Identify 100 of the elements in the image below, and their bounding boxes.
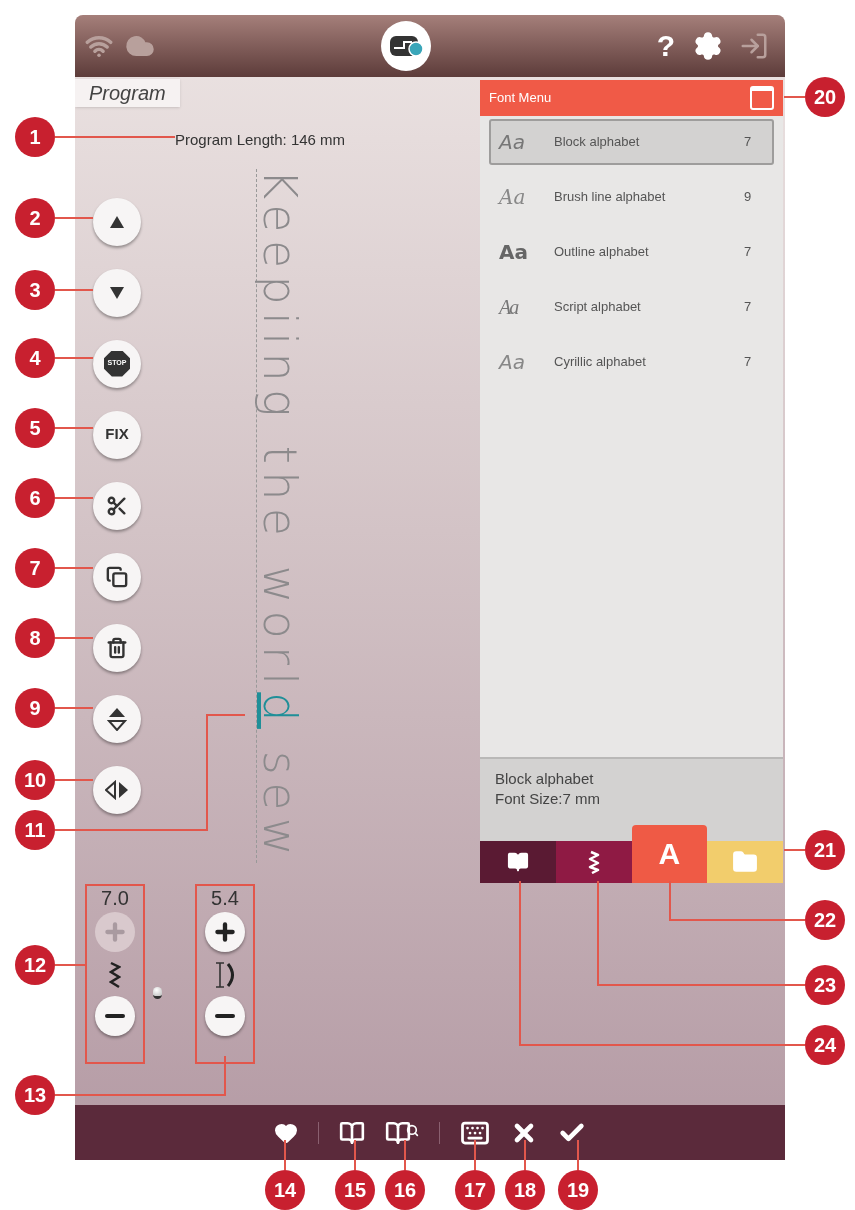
callout-number: 13 bbox=[15, 1075, 55, 1115]
leader-line bbox=[284, 1139, 286, 1171]
font-sample: Aa bbox=[499, 295, 519, 320]
font-name: Cyrillic alphabet bbox=[554, 353, 647, 372]
plus-button[interactable] bbox=[205, 911, 245, 952]
tool-button[interactable] bbox=[93, 197, 141, 246]
category-tab[interactable] bbox=[555, 841, 632, 883]
tool-button[interactable] bbox=[93, 481, 141, 530]
up-triangle-icon bbox=[109, 214, 125, 229]
callout-number: 12 bbox=[15, 945, 55, 985]
vertical-mirror-icon bbox=[107, 706, 127, 731]
callout-number: 6 bbox=[15, 478, 55, 518]
callout-number: 21 bbox=[805, 830, 845, 870]
callout-number: 10 bbox=[15, 760, 55, 800]
stitched-text: Keepiing the world sew bbox=[256, 169, 303, 863]
trash-icon bbox=[106, 636, 128, 659]
copy-icon bbox=[106, 565, 128, 588]
callout-number: 1 bbox=[15, 117, 55, 157]
scissors-icon bbox=[106, 494, 128, 517]
font-list-item[interactable]: Aa Script alphabet 7 bbox=[489, 284, 774, 330]
callout-number: 7 bbox=[15, 548, 55, 588]
callout-number: 8 bbox=[15, 618, 55, 658]
callout-number: 4 bbox=[15, 338, 55, 378]
leader-line bbox=[354, 1139, 356, 1171]
tool-button[interactable] bbox=[93, 552, 141, 601]
font-name: Brush line alphabet bbox=[554, 188, 667, 207]
callout-number: 23 bbox=[805, 965, 845, 1005]
callout-number: 22 bbox=[805, 900, 845, 940]
font-count: 7 bbox=[744, 298, 753, 317]
callout-number: 17 bbox=[455, 1170, 495, 1210]
book-search-icon[interactable] bbox=[385, 1119, 419, 1146]
zigzag-stitch-icon bbox=[109, 960, 121, 989]
font-count: 9 bbox=[744, 188, 753, 207]
font-sample: Aa bbox=[499, 239, 529, 266]
font-name: Script alphabet bbox=[554, 298, 642, 317]
program-length-text: Program Length: 146 mm bbox=[175, 130, 347, 150]
adjuster-value: 7.0 bbox=[101, 887, 129, 908]
font-list-item[interactable]: Aa Outline alphabet 7 bbox=[489, 229, 774, 275]
minus-icon bbox=[215, 1013, 235, 1018]
callout-number: 5 bbox=[15, 408, 55, 448]
callout-number: 16 bbox=[385, 1170, 425, 1210]
tool-button[interactable] bbox=[93, 694, 141, 743]
minus-button[interactable] bbox=[205, 995, 245, 1036]
leader-line bbox=[524, 1139, 526, 1171]
font-count: 7 bbox=[744, 353, 753, 372]
font-sample: Aa bbox=[499, 129, 526, 156]
category-tab[interactable]: A bbox=[631, 825, 708, 883]
leader-line bbox=[54, 497, 94, 499]
callout-number: 18 bbox=[505, 1170, 545, 1210]
leader-line bbox=[783, 849, 806, 851]
leader-line bbox=[54, 427, 94, 429]
callout-number: 15 bbox=[335, 1170, 375, 1210]
book-icon[interactable] bbox=[339, 1119, 365, 1146]
tool-button[interactable] bbox=[93, 765, 141, 814]
font-menu-title: Font Menu bbox=[489, 89, 553, 108]
font-info-text: Font Size:7 mm bbox=[495, 788, 602, 808]
font-list-item[interactable]: Aa Block alphabet 7 bbox=[489, 119, 774, 165]
minus-icon bbox=[105, 1013, 125, 1018]
font-info-text: Block alphabet bbox=[495, 769, 595, 789]
tool-button[interactable] bbox=[93, 268, 141, 317]
minus-button[interactable] bbox=[95, 995, 135, 1036]
callout-number: 19 bbox=[558, 1170, 598, 1210]
horizontal-mirror-icon bbox=[105, 779, 129, 800]
font-list-item[interactable]: Aa Brush line alphabet 9 bbox=[489, 174, 774, 220]
window-toggle-icon[interactable] bbox=[750, 86, 774, 110]
category-tab[interactable] bbox=[480, 841, 556, 883]
tool-button[interactable] bbox=[93, 623, 141, 672]
leader-line bbox=[54, 289, 94, 291]
leader-line bbox=[404, 1139, 406, 1171]
font-count: 7 bbox=[744, 243, 753, 262]
leader-line bbox=[54, 567, 94, 569]
down-triangle-icon bbox=[109, 285, 125, 300]
folder-icon bbox=[732, 849, 759, 875]
program-tab[interactable]: Program bbox=[75, 79, 180, 107]
font-sample: Aa bbox=[499, 349, 526, 376]
zigzag-stitch-icon bbox=[587, 850, 600, 874]
settings-icon[interactable] bbox=[693, 31, 723, 61]
callout-number: 2 bbox=[15, 198, 55, 238]
leader-line bbox=[474, 1139, 476, 1171]
font-sample: Aa bbox=[499, 184, 527, 211]
help-button[interactable]: ? bbox=[656, 31, 675, 61]
callout-number: 20 bbox=[805, 77, 845, 117]
font-count: 7 bbox=[744, 133, 753, 152]
fix-label: FIX bbox=[105, 424, 129, 445]
callout-number: 11 bbox=[15, 810, 55, 850]
font-list-item[interactable]: Aa Cyrillic alphabet 7 bbox=[489, 339, 774, 385]
machine-logo-icon[interactable] bbox=[380, 21, 431, 71]
callout-number: 9 bbox=[15, 688, 55, 728]
exit-door-icon[interactable] bbox=[739, 31, 769, 61]
leader-line bbox=[783, 96, 806, 98]
tool-button[interactable]: FIX bbox=[93, 410, 141, 459]
font-name: Outline alphabet bbox=[554, 243, 650, 262]
leader-line bbox=[54, 217, 94, 219]
callout-number: 14 bbox=[265, 1170, 305, 1210]
adjuster-value: 5.4 bbox=[211, 887, 239, 908]
font-name: Block alphabet bbox=[554, 133, 641, 152]
leader-line bbox=[54, 357, 94, 359]
book-icon bbox=[506, 851, 529, 873]
callout-number: 3 bbox=[15, 270, 55, 310]
leader-line bbox=[54, 707, 94, 709]
